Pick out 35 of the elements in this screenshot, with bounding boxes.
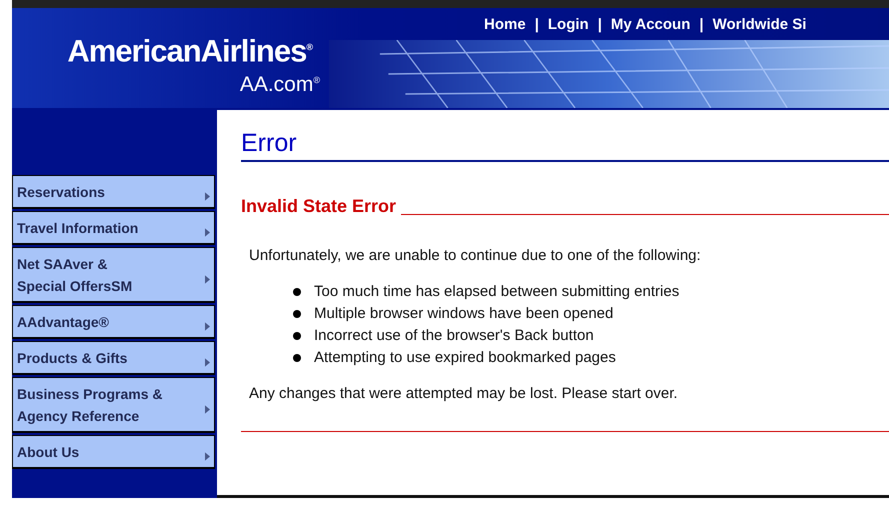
nav-separator: | bbox=[598, 16, 602, 33]
nav-link[interactable]: Login bbox=[548, 16, 589, 33]
sidebar-item[interactable]: Net SAAver & Special OffersSM bbox=[12, 247, 215, 303]
page-title: Error bbox=[241, 128, 889, 162]
arrow-icon bbox=[205, 405, 210, 414]
arrow-icon bbox=[205, 322, 210, 331]
reason-text: Too much time has elapsed between submitting entries bbox=[314, 282, 680, 302]
reason-text: Incorrect use of the browser's Back button bbox=[314, 326, 594, 346]
nav-link[interactable]: Worldwide Si bbox=[712, 16, 806, 33]
arrow-icon bbox=[205, 192, 210, 201]
arrow-icon bbox=[205, 358, 210, 367]
sidebar-item[interactable]: Reservations bbox=[12, 175, 215, 209]
sidebar-item[interactable]: Travel Information bbox=[12, 211, 215, 245]
reason-text: Attempting to use expired bookmarked pages bbox=[314, 348, 616, 368]
sidebar-item[interactable]: Products & Gifts bbox=[12, 341, 215, 375]
reason-text: Multiple browser windows have been opened bbox=[314, 304, 614, 324]
bullet-icon bbox=[293, 332, 301, 340]
arrow-icon bbox=[205, 275, 210, 284]
logo-subtext: AA.com$^{®}$ bbox=[240, 72, 320, 98]
intro-text: Unfortunately, we are unable to continue due to one of the following: bbox=[249, 247, 702, 264]
closing-text: Any changes that were attempted may be lost. Please start over. bbox=[249, 385, 679, 402]
nav-separator: | bbox=[534, 16, 539, 33]
nav-link[interactable]: My Accoun bbox=[610, 16, 690, 33]
bullet-icon bbox=[293, 288, 301, 296]
arrow-icon bbox=[205, 452, 210, 461]
arrow-icon bbox=[205, 228, 210, 237]
sidebar-item[interactable]: About Us bbox=[12, 435, 215, 469]
sidebar-item[interactable]: Business Programs & Agency Reference bbox=[12, 377, 215, 433]
nav-separator: | bbox=[699, 16, 704, 33]
logo-text: AmericanAirlines$^{®}$ bbox=[67, 32, 312, 68]
error-heading: Invalid State Error bbox=[241, 196, 396, 217]
bullet-icon bbox=[293, 354, 301, 362]
bullet-icon bbox=[293, 310, 301, 318]
sidebar-item[interactable]: AAdvantage® bbox=[12, 305, 215, 339]
nav-link[interactable]: Home bbox=[484, 16, 526, 33]
